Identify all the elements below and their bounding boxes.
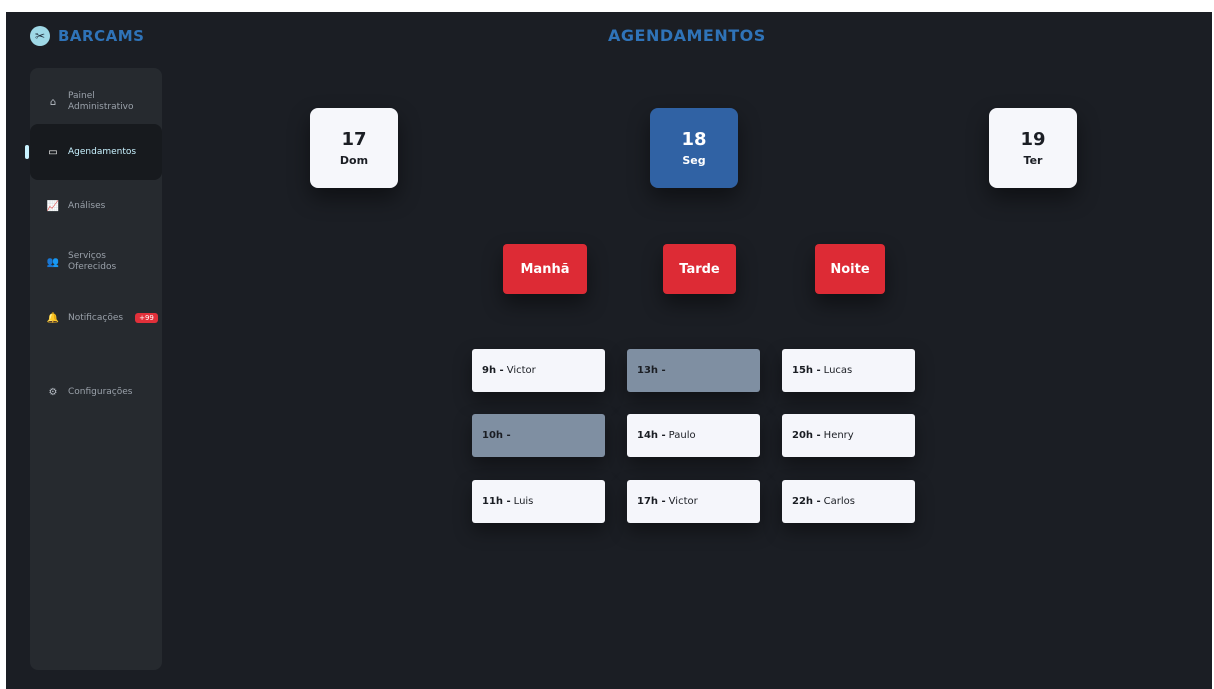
slot-hour: 17h - — [637, 496, 666, 507]
time-slot-empty[interactable]: 10h - — [472, 414, 605, 457]
day-number: 17 — [341, 129, 367, 150]
time-slot[interactable]: 14h - Paulo — [627, 414, 760, 457]
slot-hour: 11h - — [482, 496, 511, 507]
slot-hour: 14h - — [637, 430, 666, 441]
slot-hour: 20h - — [792, 430, 821, 441]
slot-hour: 10h - — [482, 430, 511, 441]
slot-hour: 13h - — [637, 365, 666, 376]
sidebar-item-label: Agendamentos — [68, 146, 137, 157]
brand-name: BARCAMS — [58, 27, 145, 45]
slot-hour: 15h - — [792, 365, 821, 376]
slot-client-name: Lucas — [823, 365, 853, 376]
time-slot[interactable]: 15h - Lucas — [782, 349, 915, 392]
users-icon: 👥 — [46, 256, 60, 268]
slot-client-name: Luis — [513, 496, 534, 507]
sidebar-item-analises[interactable]: 📈 Análises — [30, 194, 162, 218]
day-number: 19 — [1020, 129, 1046, 150]
slot-client-name: Henry — [823, 430, 854, 441]
period-button-tarde[interactable]: Tarde — [663, 244, 736, 294]
day-card-19[interactable]: 19 Ter — [989, 108, 1077, 188]
page-title: AGENDAMENTOS — [608, 26, 766, 45]
brand[interactable]: ✂ BARCAMS — [30, 26, 144, 46]
sidebar-item-label: Configurações — [68, 386, 133, 397]
slot-client-name: Victor — [506, 365, 536, 376]
slot-client-name: Victor — [668, 496, 698, 507]
period-button-noite[interactable]: Noite — [815, 244, 885, 294]
sidebar-item-label: Notificações — [68, 312, 124, 323]
time-slot[interactable]: 20h - Henry — [782, 414, 915, 457]
sidebar-item-label: Serviços Oferecidos — [68, 251, 117, 272]
slot-client-name: Paulo — [668, 430, 696, 441]
bell-icon: 🔔 — [46, 312, 60, 324]
sidebar-item-configuracoes[interactable]: ⚙ Configurações — [30, 380, 162, 404]
day-of-week: Dom — [339, 154, 369, 167]
slot-client-name: Carlos — [823, 496, 855, 507]
calendar-icon: ▭ — [48, 146, 58, 158]
period-button-manha[interactable]: Manhã — [503, 244, 587, 294]
barber-pole-icon: ✂ — [30, 26, 50, 46]
time-slot-empty[interactable]: 13h - — [627, 349, 760, 392]
day-of-week: Ter — [1023, 154, 1043, 167]
day-of-week: Seg — [682, 154, 706, 167]
sidebar-item-agendamentos[interactable]: ▭ Agendamentos — [25, 124, 162, 180]
slot-hour: 22h - — [792, 496, 821, 507]
time-slot[interactable]: 22h - Carlos — [782, 480, 915, 523]
sidebar-item-servicos-oferecidos[interactable]: 👥 Serviços Oferecidos — [30, 244, 162, 280]
admin-panel-icon: ⌂ — [49, 96, 57, 108]
time-slot[interactable]: 9h - Victor — [472, 349, 605, 392]
sidebar-item-notificacoes[interactable]: 🔔 Notificações +99 — [30, 306, 162, 330]
day-number: 18 — [681, 129, 707, 150]
slot-hour: 9h - — [482, 365, 504, 376]
time-slot[interactable]: 11h - Luis — [472, 480, 605, 523]
chart-icon: 📈 — [46, 200, 60, 212]
active-indicator — [25, 145, 29, 159]
app-window: ✂ BARCAMS AGENDAMENTOS ⌂ Painel Administ… — [6, 12, 1212, 689]
notification-badge: +99 — [135, 313, 158, 323]
gear-icon: ⚙ — [48, 386, 58, 398]
time-slot[interactable]: 17h - Victor — [627, 480, 760, 523]
sidebar-item-label: Painel Administrativo — [68, 91, 134, 112]
day-card-18[interactable]: 18 Seg — [650, 108, 738, 188]
sidebar-item-label: Análises — [68, 200, 106, 211]
sidebar-item-painel-administrativo[interactable]: ⌂ Painel Administrativo — [30, 80, 162, 124]
sidebar: ⌂ Painel Administrativo ▭ Agendamentos 📈… — [25, 68, 162, 670]
day-card-17[interactable]: 17 Dom — [310, 108, 398, 188]
